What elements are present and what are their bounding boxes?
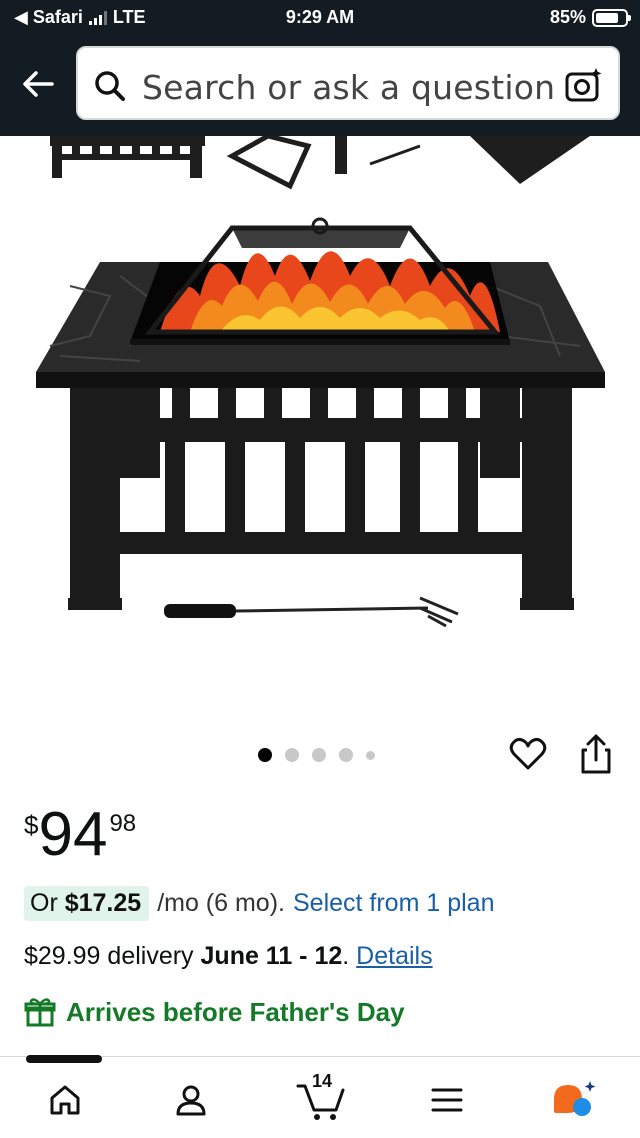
- battery-icon: [592, 8, 631, 27]
- nav-menu[interactable]: [422, 1075, 472, 1125]
- nav-active-indicator: [26, 1055, 102, 1063]
- gift-banner: Arrives before Father's Day: [24, 996, 405, 1028]
- carousel-dot[interactable]: [312, 748, 326, 762]
- fire-pit-illustration: [36, 136, 605, 628]
- product-image[interactable]: [0, 136, 640, 726]
- carousel-dot[interactable]: [339, 748, 353, 762]
- installment-badge: Or $17.25: [24, 886, 150, 921]
- status-bar: ◀ Safari LTE 9:29 AM 85%: [0, 0, 640, 36]
- menu-icon: [431, 1088, 463, 1112]
- carousel-dot[interactable]: [258, 748, 272, 762]
- search-bar[interactable]: Search or ask a question: [76, 46, 620, 120]
- image-carousel-dots[interactable]: [258, 748, 375, 762]
- search-placeholder[interactable]: Search or ask a question: [142, 68, 555, 107]
- home-icon: [50, 1085, 80, 1115]
- installment-plan: Or $17.25 /mo (6 mo). Select from 1 plan: [24, 886, 494, 921]
- product-price: $ 94 98: [24, 800, 136, 870]
- installment-prefix: Or: [30, 889, 65, 917]
- camera-search-icon[interactable]: [564, 66, 604, 104]
- search-icon: [95, 71, 125, 101]
- status-right: 85%: [549, 7, 631, 28]
- back-button[interactable]: [18, 64, 58, 104]
- nav-cart[interactable]: 14: [294, 1071, 348, 1125]
- price-whole: 94: [38, 800, 108, 869]
- price-fraction: 98: [109, 810, 137, 837]
- nav-rufus[interactable]: [548, 1075, 598, 1125]
- carousel-dot[interactable]: [285, 748, 299, 762]
- cart-count: 14: [312, 1071, 333, 1091]
- nav-account[interactable]: [166, 1075, 216, 1125]
- delivery-cost: $29.99 delivery: [24, 942, 201, 970]
- status-time: 9:29 AM: [285, 7, 355, 27]
- battery-percent: 85%: [549, 7, 586, 27]
- rufus-assistant-icon: [554, 1081, 596, 1116]
- nav-home[interactable]: [40, 1075, 90, 1125]
- carousel-dot[interactable]: [366, 750, 375, 760]
- select-plan-link[interactable]: Select from 1 plan: [293, 889, 495, 918]
- app-header: ◀ Safari LTE 9:29 AM 85% Search or ask a…: [0, 0, 640, 136]
- user-icon: [176, 1085, 206, 1116]
- heart-icon[interactable]: [508, 734, 548, 774]
- installment-term: /mo (6 mo).: [157, 889, 285, 917]
- price-symbol: $: [24, 810, 39, 840]
- installment-amount: $17.25: [64, 889, 142, 917]
- delivery-separator: .: [342, 942, 357, 970]
- back-arrow-icon: [23, 71, 54, 97]
- delivery-details-link[interactable]: Details: [356, 942, 432, 970]
- gift-text: Arrives before Father's Day: [66, 996, 405, 1027]
- gift-icon: [24, 998, 56, 1027]
- delivery-dates: June 11 - 12: [200, 942, 343, 970]
- bottom-nav: 14: [0, 1055, 640, 1138]
- delivery-info: $29.99 delivery June 11 - 12. Details: [24, 942, 433, 971]
- share-icon[interactable]: [578, 732, 614, 776]
